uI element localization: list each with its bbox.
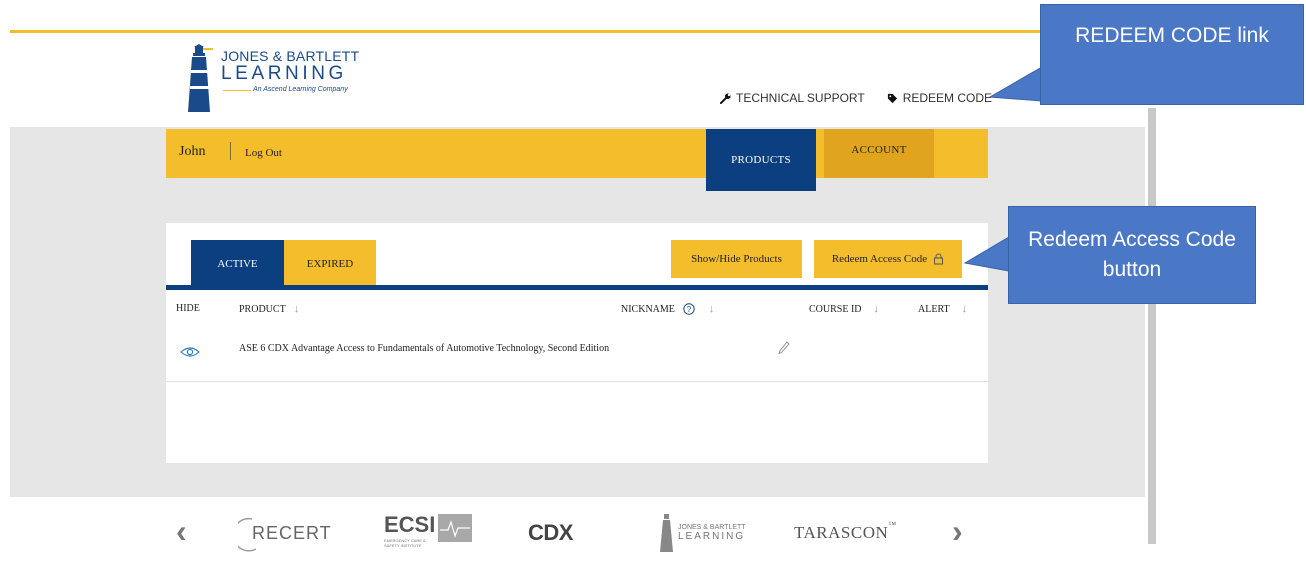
column-header-hide: HIDE (176, 303, 200, 314)
wrench-icon (720, 92, 731, 104)
tab-active[interactable]: ACTIVE (191, 240, 284, 288)
carousel-next-icon[interactable]: › (952, 513, 963, 550)
partner-logo-cdx[interactable]: CDX (528, 506, 608, 560)
utility-nav: TECHNICAL SUPPORT REDEEM CODE (720, 91, 992, 105)
show-hide-products-button[interactable]: Show/Hide Products (671, 240, 802, 278)
column-header-nickname[interactable]: NICKNAME ? ↓ (621, 303, 714, 315)
logo-line-1: JONES & BARTLETT (221, 48, 360, 64)
lighthouse-icon (660, 514, 673, 552)
account-nav-bar: John Log Out PRODUCTS ACCOUNT (166, 129, 988, 191)
product-header-label: PRODUCT (239, 303, 286, 315)
show-hide-products-label: Show/Hide Products (691, 253, 782, 265)
course-id-header-label: COURSE ID (809, 303, 862, 315)
sort-arrow-icon[interactable]: ↓ (874, 303, 880, 315)
tab-products[interactable]: PRODUCTS (706, 129, 816, 191)
column-header-product[interactable]: PRODUCT ↓ (239, 303, 299, 315)
partner-logo-recert[interactable]: RECERT (238, 506, 338, 560)
help-icon[interactable]: ? (683, 303, 695, 315)
logout-link[interactable]: Log Out (245, 147, 282, 159)
svg-text:?: ? (687, 305, 692, 314)
recert-logo-text: RECERT (252, 522, 332, 543)
sort-arrow-icon[interactable]: ↓ (709, 303, 715, 315)
partner-logo-tarascon[interactable]: TARASCON ™ (794, 506, 904, 560)
tab-account[interactable]: ACCOUNT (824, 129, 934, 178)
table-header-rule (166, 285, 988, 290)
redeem-access-code-button[interactable]: Redeem Access Code (814, 240, 962, 278)
trademark-mark: ™ (888, 520, 897, 529)
alert-header-label: ALERT (918, 303, 950, 315)
callout-redeem-access-code-button: Redeem Access Code button (1008, 206, 1256, 304)
ecsi-logo-sub: EMERGENCY CARE & SAFETY INSTITUTE (384, 538, 426, 548)
redeem-code-link[interactable]: REDEEM CODE (887, 91, 992, 105)
column-header-alert[interactable]: ALERT ↓ (918, 303, 967, 315)
partner-carousel: ‹ RECERT ECSI EMERGENCY CARE & SAFETY IN… (170, 506, 970, 560)
redeem-code-label: REDEEM CODE (902, 91, 993, 105)
product-name[interactable]: ASE 6 CDX Advantage Access to Fundamenta… (239, 341, 639, 357)
tarascon-logo-text: TARASCON (794, 523, 889, 542)
lighthouse-icon (188, 44, 213, 112)
row-divider (166, 381, 988, 382)
tab-expired[interactable]: EXPIRED (284, 240, 376, 288)
pencil-icon[interactable] (778, 341, 790, 355)
redeem-access-code-label: Redeem Access Code (831, 253, 928, 265)
nav-divider (230, 142, 231, 160)
sort-arrow-icon[interactable]: ↓ (294, 303, 300, 315)
logo-tagline: An Ascend Learning Company (253, 86, 348, 93)
tag-icon (887, 93, 897, 103)
jbl-logo[interactable]: JONES & BARTLETT LEARNING An Ascend Lear… (183, 44, 359, 116)
user-name: John (179, 144, 206, 159)
lock-icon (934, 253, 944, 265)
cdx-logo-text: CDX (528, 520, 573, 545)
partner-logo-jbl[interactable]: JONES & BARTLETT LEARNING (660, 506, 770, 560)
jbl-small-logo-text: JONES & BARTLETT LEARNING (678, 524, 746, 542)
sort-arrow-icon[interactable]: ↓ (962, 303, 968, 315)
nickname-header-label: NICKNAME (621, 303, 675, 315)
callout-redeem-code-link: REDEEM CODE link (1040, 4, 1304, 105)
logo-line-2: LEARNING (221, 63, 347, 84)
logo-rule (223, 90, 251, 91)
eye-icon[interactable] (180, 346, 200, 358)
jbl-small-line-2: LEARNING (678, 531, 746, 542)
technical-support-label: TECHNICAL SUPPORT (736, 91, 865, 105)
hide-header-label: HIDE (176, 303, 200, 314)
partner-logo-ecsi[interactable]: ECSI EMERGENCY CARE & SAFETY INSTITUTE (382, 506, 482, 560)
heartbeat-icon (438, 514, 472, 542)
header-top-rule (10, 30, 1045, 33)
scrollbar-thumb[interactable] (1148, 108, 1156, 544)
ecsi-logo-text: ECSI (384, 512, 436, 537)
column-header-course-id[interactable]: COURSE ID ↓ (809, 303, 879, 315)
jbl-small-line-1: JONES & BARTLETT (678, 524, 746, 531)
ecsi-logo: ECSI EMERGENCY CARE & SAFETY INSTITUTE (382, 506, 482, 560)
technical-support-link[interactable]: TECHNICAL SUPPORT (720, 91, 865, 105)
carousel-prev-icon[interactable]: ‹ (176, 513, 187, 550)
products-panel: ACTIVE EXPIRED Show/Hide Products Redeem… (166, 223, 988, 463)
